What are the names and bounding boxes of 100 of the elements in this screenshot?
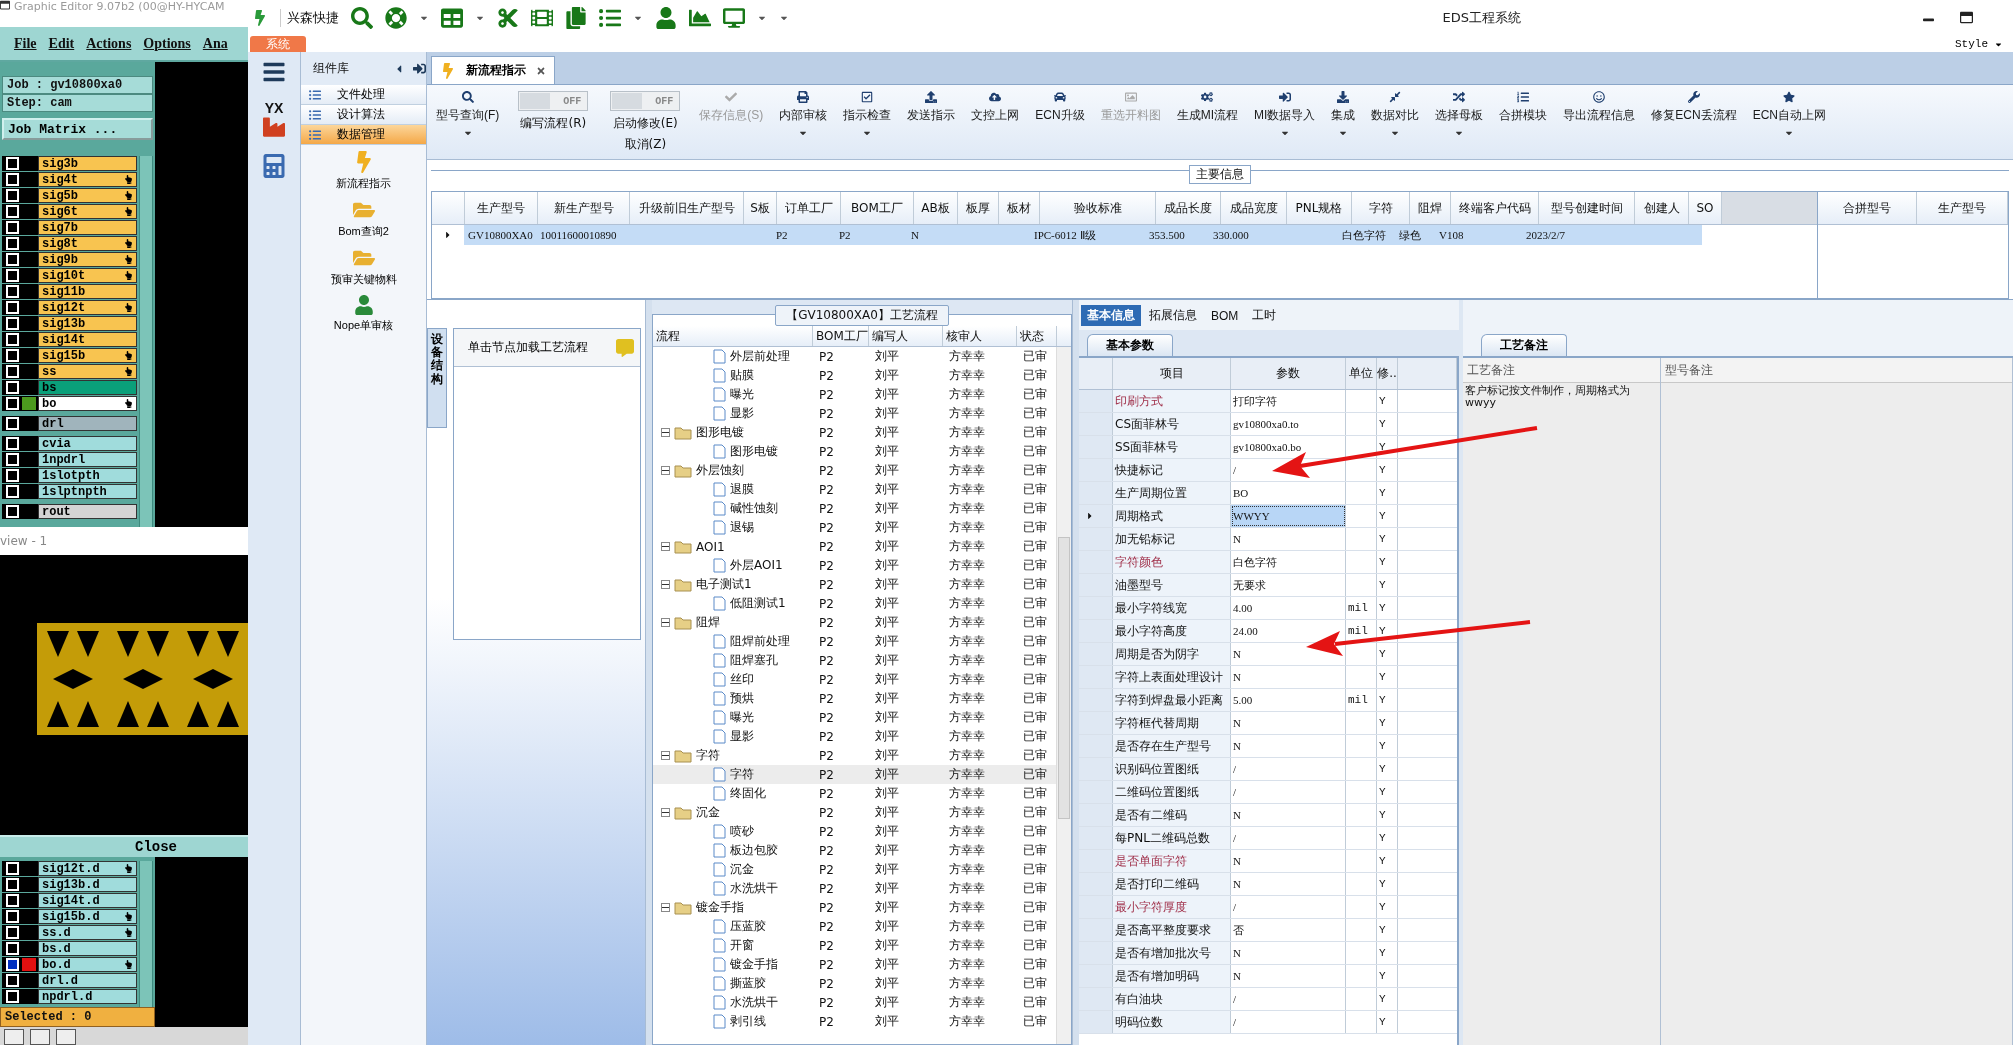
menu-item[interactable]: File (14, 35, 37, 52)
tree-item[interactable]: 字符 (730, 766, 754, 783)
layer-checkbox[interactable] (6, 974, 19, 987)
layer-checkbox[interactable] (6, 349, 19, 362)
property-value[interactable]: 否 (1231, 919, 1346, 941)
column-header[interactable]: 验收标准 (1040, 192, 1156, 224)
menu-item[interactable]: Ana (202, 35, 228, 52)
column-header[interactable]: 订单工厂 (777, 192, 841, 224)
tool-icon[interactable] (4, 1029, 24, 1045)
tree-item[interactable]: 曝光 (730, 709, 754, 726)
layer-name[interactable]: sig12t (38, 300, 137, 315)
property-value[interactable]: / (1231, 896, 1346, 918)
tree-item[interactable]: 预烘 (730, 690, 754, 707)
tree-item[interactable]: 外层AOI1 (730, 557, 783, 574)
column-header[interactable]: 型号备注 (1661, 358, 2012, 383)
collapse-toggle[interactable] (661, 903, 670, 912)
tool-button[interactable]: Bom查询2 (301, 193, 426, 241)
layer-checkbox[interactable] (6, 469, 19, 482)
tree-item[interactable]: 终固化 (730, 785, 766, 802)
ribbon-button[interactable]: ECN自动上网 (1747, 91, 1832, 138)
property-value[interactable]: 白色字符 (1231, 551, 1346, 573)
layer-name[interactable]: 1slotpth (38, 468, 137, 483)
lifebuoy-icon[interactable] (385, 6, 407, 29)
tree-item[interactable]: 外层蚀刻 (696, 462, 744, 479)
column-header[interactable]: 升级前旧生产型号 (630, 192, 744, 224)
maximize-icon[interactable] (1960, 11, 1973, 24)
layer-name[interactable]: ss.d (38, 925, 137, 940)
layer-checkbox[interactable] (6, 958, 19, 971)
tool-icon[interactable] (30, 1029, 50, 1045)
column-header[interactable]: PNL规格 (1287, 192, 1352, 224)
layer-checkbox[interactable] (6, 910, 19, 923)
layer-name[interactable]: sig9b (38, 252, 137, 267)
layer-name[interactable]: sig14t (38, 332, 137, 347)
tree-item[interactable]: 低阻测试1 (730, 595, 786, 612)
section-tab[interactable]: 基本参数 (1087, 334, 1173, 356)
tree-item[interactable]: 压蓝胶 (730, 918, 766, 935)
layer-name[interactable]: 1npdrl (38, 452, 137, 467)
column-header[interactable]: 板厚 (958, 192, 999, 224)
collapse-toggle[interactable] (661, 618, 670, 627)
layer-checkbox[interactable] (6, 990, 19, 1003)
close-button[interactable]: Close (0, 835, 248, 857)
property-value[interactable]: N (1231, 735, 1346, 757)
layer-checkbox[interactable] (6, 237, 19, 250)
layer-checkbox[interactable] (6, 505, 19, 518)
ribbon-button[interactable]: 合拼模块 (1494, 91, 1553, 124)
section-tab[interactable]: 工艺备注 (1481, 334, 1567, 356)
property-value[interactable]: / (1231, 827, 1346, 849)
column-header[interactable]: 新生产型号 (538, 192, 630, 224)
column-header[interactable]: 修.. (1377, 358, 1398, 389)
job-matrix-button[interactable]: Job Matrix ... (2, 118, 153, 140)
table-icon[interactable] (441, 6, 463, 29)
layer-name[interactable]: sig3b (38, 156, 137, 171)
layer-checkbox[interactable] (6, 397, 19, 410)
tree-item[interactable]: 水洗烘干 (730, 994, 778, 1011)
copy-icon[interactable] (565, 6, 587, 29)
property-value[interactable]: / (1231, 781, 1346, 803)
tab[interactable]: 工时 (1246, 305, 1283, 326)
layer-name[interactable]: bs.d (38, 941, 137, 956)
property-value[interactable]: N (1231, 666, 1346, 688)
column-header[interactable]: 生产型号 (1917, 192, 2008, 224)
tree-item[interactable]: 丝印 (730, 671, 754, 688)
tree-item[interactable]: 阻焊 (696, 614, 720, 631)
tree-item[interactable]: 显影 (730, 405, 754, 422)
column-header[interactable]: BOM工厂 (841, 192, 914, 224)
ribbon-button[interactable]: 指示检查 (838, 91, 897, 138)
ribbon-button[interactable]: 数据对比 (1366, 91, 1425, 138)
layer-checkbox[interactable] (6, 333, 19, 346)
layer-name[interactable]: drl.d (38, 973, 137, 988)
property-value[interactable]: N (1231, 873, 1346, 895)
property-value[interactable]: N (1231, 942, 1346, 964)
column-header[interactable]: 工艺备注 (1463, 358, 1660, 383)
column-header[interactable]: 参数 (1231, 358, 1346, 389)
close-icon[interactable] (536, 65, 546, 76)
layer-name[interactable]: sig14t.d (38, 893, 137, 908)
style-menu[interactable]: Style (1955, 38, 2013, 52)
tree-item[interactable]: 镀金手指 (696, 899, 744, 916)
tab[interactable]: 拓展信息 (1143, 305, 1203, 326)
column-header[interactable]: 字符 (1352, 192, 1410, 224)
ribbon-button[interactable]: 修复ECN丢流程 (1646, 91, 1742, 124)
factory-button[interactable]: YX (252, 98, 296, 140)
tab[interactable]: BOM (1205, 305, 1245, 326)
layer-checkbox[interactable] (6, 269, 19, 282)
tab[interactable]: 基本信息 (1081, 305, 1141, 326)
tree-item[interactable]: 撕蓝胶 (730, 975, 766, 992)
layer-name[interactable]: bo (38, 396, 137, 411)
tool-icon[interactable] (56, 1029, 76, 1045)
layer-checkbox[interactable] (6, 942, 19, 955)
layer-name[interactable]: drl (38, 416, 137, 431)
column-header[interactable]: 项目 (1113, 358, 1231, 389)
tree-item[interactable]: 贴膜 (730, 367, 754, 384)
tree-item[interactable]: 外层前处理 (730, 348, 790, 365)
layer-checkbox[interactable] (6, 926, 19, 939)
property-value[interactable]: 打印字符 (1231, 390, 1346, 412)
tree-item[interactable]: 字符 (696, 747, 720, 764)
property-value[interactable]: / (1231, 988, 1346, 1010)
collapse-toggle[interactable] (661, 542, 670, 551)
tree-item[interactable]: 显影 (730, 728, 754, 745)
ribbon-button[interactable]: 生成MI流程 (1171, 91, 1243, 124)
layer-checkbox[interactable] (6, 417, 19, 430)
search-icon[interactable] (351, 6, 373, 29)
